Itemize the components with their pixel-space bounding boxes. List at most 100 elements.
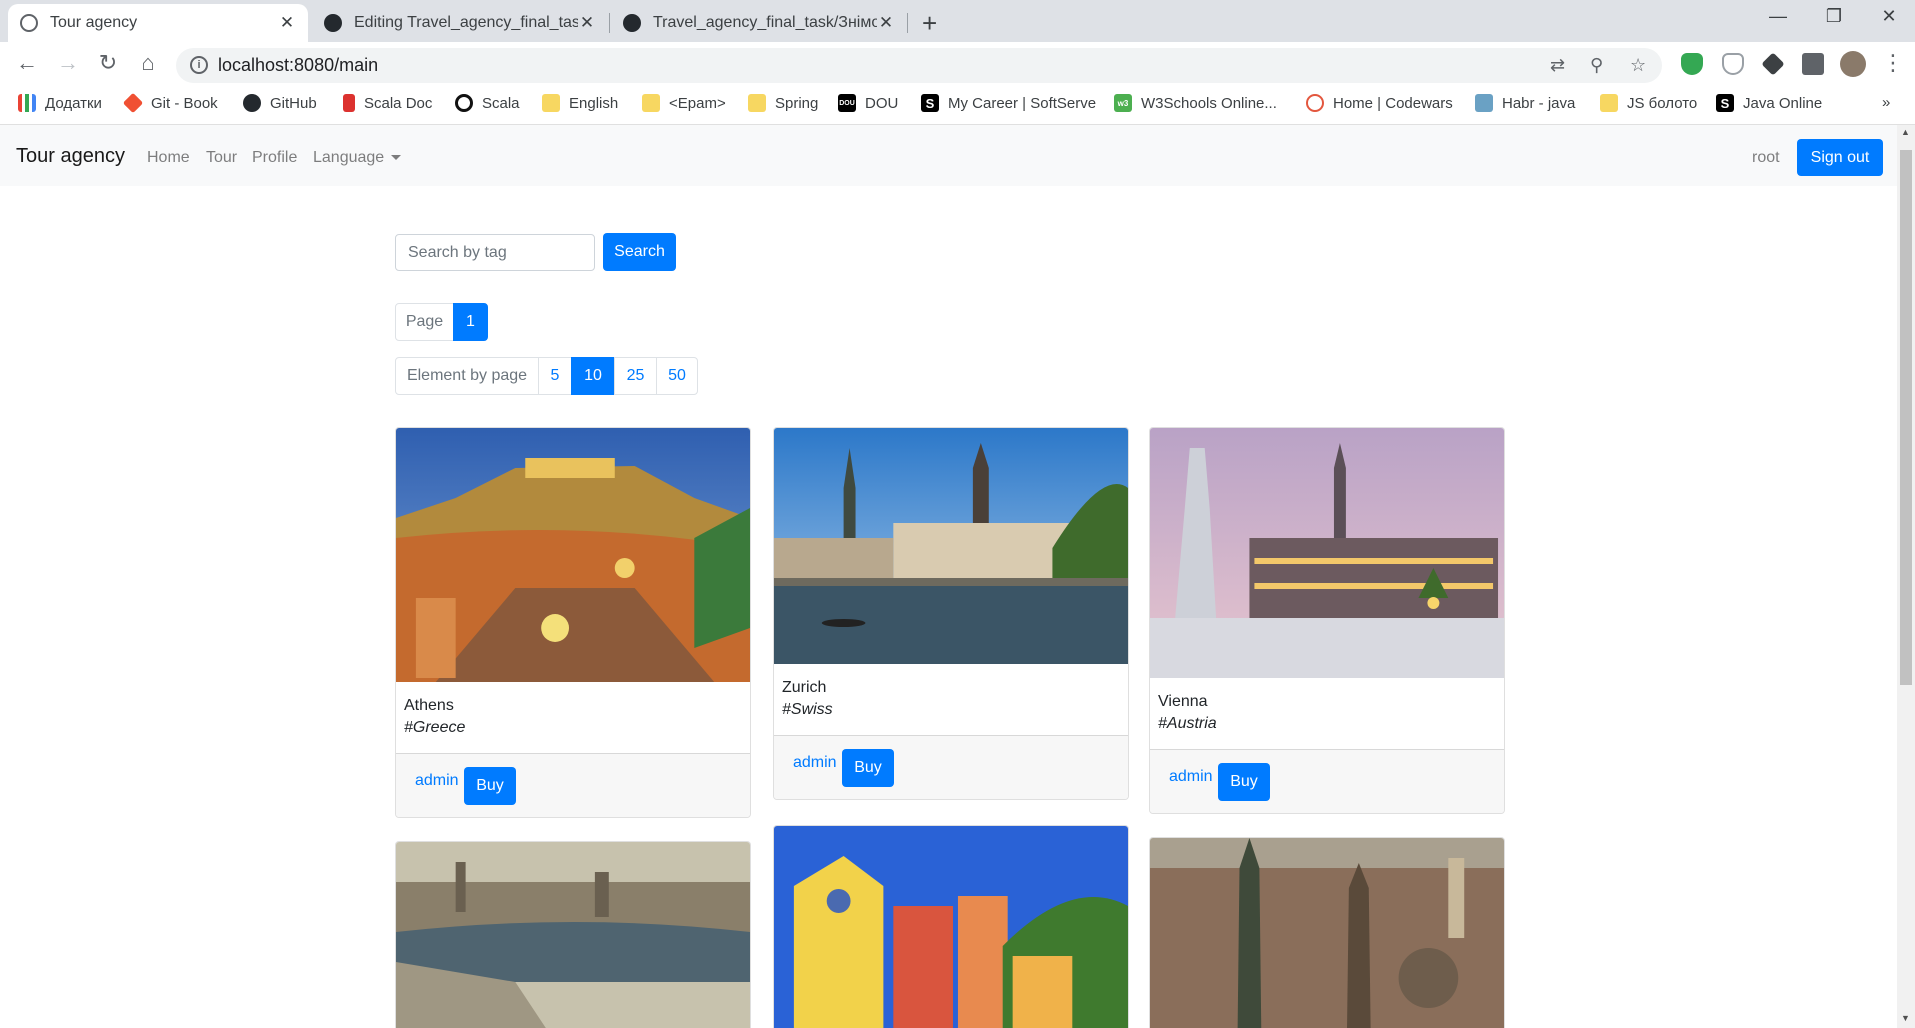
browser-tab-tour-agency[interactable]: Tour agency ✕ [8,4,308,42]
github-icon [623,14,641,32]
zoom-icon[interactable]: ⚲ [1590,55,1603,76]
habr-icon [1475,94,1493,112]
menu-kebab-icon[interactable]: ⋮ [1878,50,1908,76]
address-bar[interactable]: i localhost:8080/main ⇄ ⚲ ☆ [176,48,1662,83]
java-online-icon: S [1716,94,1734,112]
bookmark-label: Git - Book [151,94,218,112]
buy-button[interactable]: Buy [464,767,516,805]
folder-icon [542,94,560,112]
bookmark-epam[interactable]: <Epam> [642,94,726,112]
scroll-down-icon[interactable]: ▼ [1901,1013,1910,1023]
bookmark-w3schools[interactable]: w3 W3Schools Online... [1114,94,1277,112]
author-link[interactable]: admin [1169,768,1213,786]
github-icon [243,94,261,112]
bookmark-star-icon[interactable]: ☆ [1630,55,1646,76]
page-size-5[interactable]: 5 [538,357,572,395]
site-navbar: Tour agency Home Tour Profile Language r… [0,125,1897,186]
close-tab-icon[interactable]: ✕ [578,13,596,33]
site-info-icon[interactable]: i [190,56,208,74]
bookmark-git-book[interactable]: Git - Book [122,92,218,114]
author-link[interactable]: admin [415,772,459,790]
bookmark-habr[interactable]: Habr - java [1475,94,1575,112]
tour-image[interactable] [1150,428,1504,678]
page-size-10[interactable]: 10 [571,357,615,395]
bookmark-label: Home | Codewars [1333,94,1453,112]
language-label: Language [313,149,385,166]
forward-icon[interactable]: → [53,50,83,76]
github-icon [324,14,342,32]
bookmark-scala[interactable]: Scala [455,94,520,112]
bookmark-label: My Career | SoftServe [948,94,1097,112]
adblock-shield-icon[interactable] [1681,53,1703,75]
page-size-25[interactable]: 25 [614,357,657,395]
nav-profile[interactable]: Profile [252,149,297,167]
more-bookmarks-icon[interactable]: » [1882,94,1890,111]
card-footer: admin Buy [774,735,1128,799]
page-1-button[interactable]: 1 [453,303,488,341]
browser-tab-screenshot[interactable]: Travel_agency_final_task/Знімок ✕ [611,4,907,42]
extensions-puzzle-icon[interactable] [1802,53,1824,75]
scrollbar-thumb[interactable] [1900,150,1912,685]
sign-out-button[interactable]: Sign out [1797,139,1883,176]
scroll-up-icon[interactable]: ▲ [1901,127,1910,137]
tour-image[interactable] [774,826,1128,1028]
restore-icon[interactable]: ❐ [1819,6,1849,27]
tour-image[interactable] [396,428,750,682]
folder-icon [748,94,766,112]
privacy-shield-icon[interactable] [1722,53,1744,75]
window-close-icon[interactable]: ✕ [1874,6,1904,27]
bookmark-english[interactable]: English [542,94,618,112]
reload-icon[interactable]: ↻ [93,50,123,76]
tour-image[interactable] [1150,838,1504,1028]
author-link[interactable]: admin [793,754,837,772]
bookmark-softserve[interactable]: S My Career | SoftServe [921,94,1096,112]
cube-extension-icon[interactable] [1761,52,1785,76]
bookmark-label: English [569,94,619,112]
tour-card: Zurich #Swiss admin Buy [773,427,1129,800]
buy-button[interactable]: Buy [1218,763,1270,801]
codewars-icon [1306,94,1324,112]
search-button[interactable]: Search [603,233,676,271]
bookmark-github[interactable]: GitHub [243,94,317,112]
bookmark-apps[interactable]: Додатки [18,94,102,112]
page-size-label: Element by page [395,357,539,395]
bookmark-codewars[interactable]: Home | Codewars [1306,94,1453,112]
new-tab-icon[interactable]: + [922,8,937,39]
brand-link[interactable]: Tour agency [16,145,125,168]
page-content: Tour agency Home Tour Profile Language r… [0,125,1897,1028]
page-scrollbar[interactable]: ▲ ▼ [1897,125,1915,1028]
browser-tab-editing[interactable]: Editing Travel_agency_final_task/ ✕ [312,4,608,42]
bookmark-js[interactable]: JS болото [1600,94,1697,112]
language-dropdown[interactable]: Language [313,149,402,167]
tour-image[interactable] [774,428,1128,664]
scala-circle-icon [455,94,473,112]
close-tab-icon[interactable]: ✕ [877,13,895,33]
nav-home[interactable]: Home [147,149,190,167]
close-tab-icon[interactable]: ✕ [278,13,296,33]
home-icon[interactable]: ⌂ [133,50,163,76]
tour-card [395,841,751,1028]
folder-icon [642,94,660,112]
bookmark-java-online[interactable]: S Java Online [1716,94,1822,112]
minimize-icon[interactable]: — [1763,6,1793,27]
bookmark-label: Scala [482,94,520,112]
bookmark-dou[interactable]: DOU DOU [838,94,898,112]
bookmarks-bar: Додатки Git - Book GitHub Scala Doc Scal… [0,88,1915,125]
tour-image[interactable] [396,842,750,1028]
bookmark-spring[interactable]: Spring [748,94,818,112]
avatar[interactable] [1840,51,1866,77]
bookmark-scala-doc[interactable]: Scala Doc [343,94,432,112]
translate-icon[interactable]: ⇄ [1550,55,1565,76]
tour-card [773,825,1129,1028]
nav-tour[interactable]: Tour [206,149,237,167]
card-footer: admin Buy [396,753,750,817]
username: root [1752,149,1780,166]
page-size-50[interactable]: 50 [656,357,698,395]
bookmark-label: DOU [865,94,899,112]
back-icon[interactable]: ← [12,50,42,76]
buy-button[interactable]: Buy [842,749,894,787]
bookmark-label: JS болото [1627,94,1698,112]
card-body: Athens #Greece [396,687,750,753]
search-input[interactable] [395,234,595,271]
tour-city: Athens [404,697,454,714]
